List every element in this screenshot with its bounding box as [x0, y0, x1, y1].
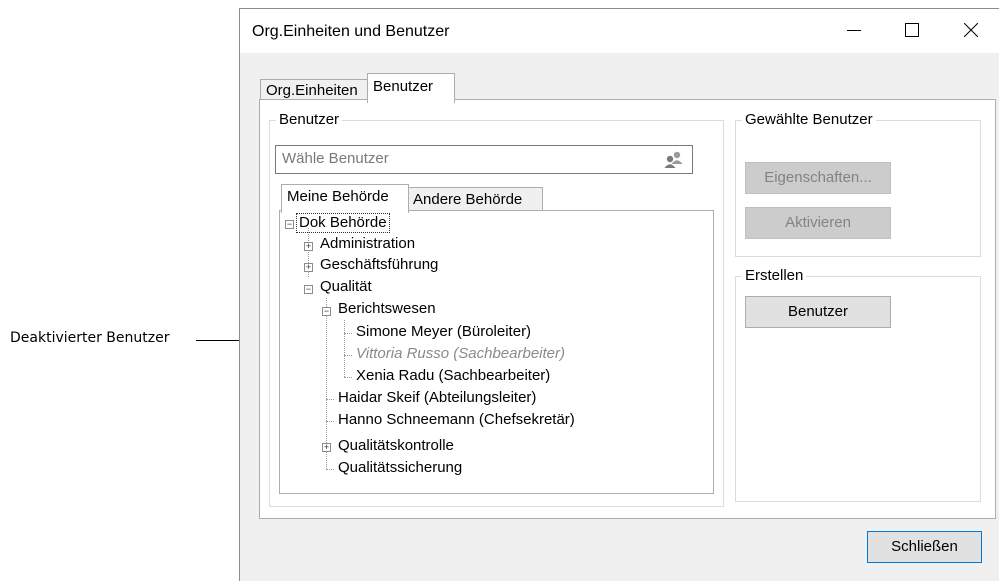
tree-node-qualitaetskontrolle[interactable]: Qualitätskontrolle	[338, 437, 454, 455]
callout-label: Deaktivierter Benutzer	[10, 330, 170, 346]
minimize-button[interactable]	[825, 9, 883, 53]
title-bar: Org.Einheiten und Benutzer	[240, 9, 999, 53]
users-icon[interactable]	[664, 151, 684, 168]
collapse-icon[interactable]: −	[285, 220, 294, 229]
tab-meine-behoerde[interactable]: Meine Behörde	[281, 184, 409, 213]
window-title: Org.Einheiten und Benutzer	[252, 23, 450, 40]
selected-users-legend: Gewählte Benutzer	[742, 111, 876, 129]
properties-button[interactable]: Eigenschaften...	[745, 162, 891, 194]
tree-node-user-schneemann[interactable]: Hanno Schneemann (Chefsekretär)	[338, 411, 575, 429]
tree-connector	[344, 355, 352, 356]
tree-connector	[326, 399, 334, 400]
tab-andere-behoerde[interactable]: Andere Behörde	[407, 187, 543, 212]
benutzer-group: Benutzer Meine Behörde Andere Behörde	[269, 111, 724, 507]
create-user-button[interactable]: Benutzer	[745, 296, 891, 328]
maximize-icon	[905, 23, 919, 37]
maximize-button[interactable]	[883, 9, 941, 53]
expand-icon[interactable]: +	[304, 263, 313, 272]
search-input[interactable]	[282, 150, 642, 167]
tree-node-user-meyer[interactable]: Simone Meyer (Büroleiter)	[356, 323, 531, 341]
benutzer-group-legend: Benutzer	[276, 111, 343, 129]
tree-node-berichtswesen[interactable]: Berichtswesen	[338, 300, 436, 318]
tab-benutzer[interactable]: Benutzer	[367, 73, 455, 103]
tree-node-administration[interactable]: Administration	[320, 235, 415, 253]
create-group-legend: Erstellen	[742, 267, 807, 285]
selected-users-group: Gewählte Benutzer Eigenschaften... Aktiv…	[735, 111, 981, 257]
tree-node-user-russo-inactive[interactable]: Vittoria Russo (Sachbearbeiter)	[356, 345, 565, 363]
user-search	[275, 145, 693, 174]
minimize-icon	[847, 30, 861, 31]
tree-node-user-radu[interactable]: Xenia Radu (Sachbearbeiter)	[356, 367, 550, 385]
collapse-icon[interactable]: −	[304, 285, 313, 294]
close-window-button[interactable]	[942, 9, 999, 53]
activate-button[interactable]: Aktivieren	[745, 207, 891, 239]
tree-connector	[344, 377, 352, 378]
collapse-icon[interactable]: −	[322, 307, 331, 316]
benutzer-tab-page: Benutzer Meine Behörde Andere Behörde	[259, 99, 996, 519]
org-tree[interactable]: − + + − − + Dok Behörde Administration G…	[279, 210, 714, 494]
tree-connector	[344, 333, 352, 334]
tree-connector	[344, 320, 345, 377]
expand-icon[interactable]: +	[322, 443, 331, 452]
tree-node-geschaeftsfuehrung[interactable]: Geschäftsführung	[320, 256, 438, 274]
tree-node-qualitaetssicherung[interactable]: Qualitätssicherung	[338, 459, 462, 477]
tree-node-user-skeif[interactable]: Haidar Skeif (Abteilungsleiter)	[338, 389, 536, 407]
create-group: Erstellen Benutzer	[735, 267, 981, 502]
close-button[interactable]: Schließen	[867, 531, 982, 563]
expand-icon[interactable]: +	[304, 242, 313, 251]
tree-connector	[326, 469, 334, 470]
tree-node-dok-behoerde[interactable]: Dok Behörde	[296, 213, 390, 233]
tree-node-qualitaet[interactable]: Qualität	[320, 278, 372, 296]
dialog-window: Org.Einheiten und Benutzer Org.Einheiten…	[239, 8, 999, 581]
tree-connector	[326, 421, 334, 422]
close-icon	[964, 23, 978, 37]
